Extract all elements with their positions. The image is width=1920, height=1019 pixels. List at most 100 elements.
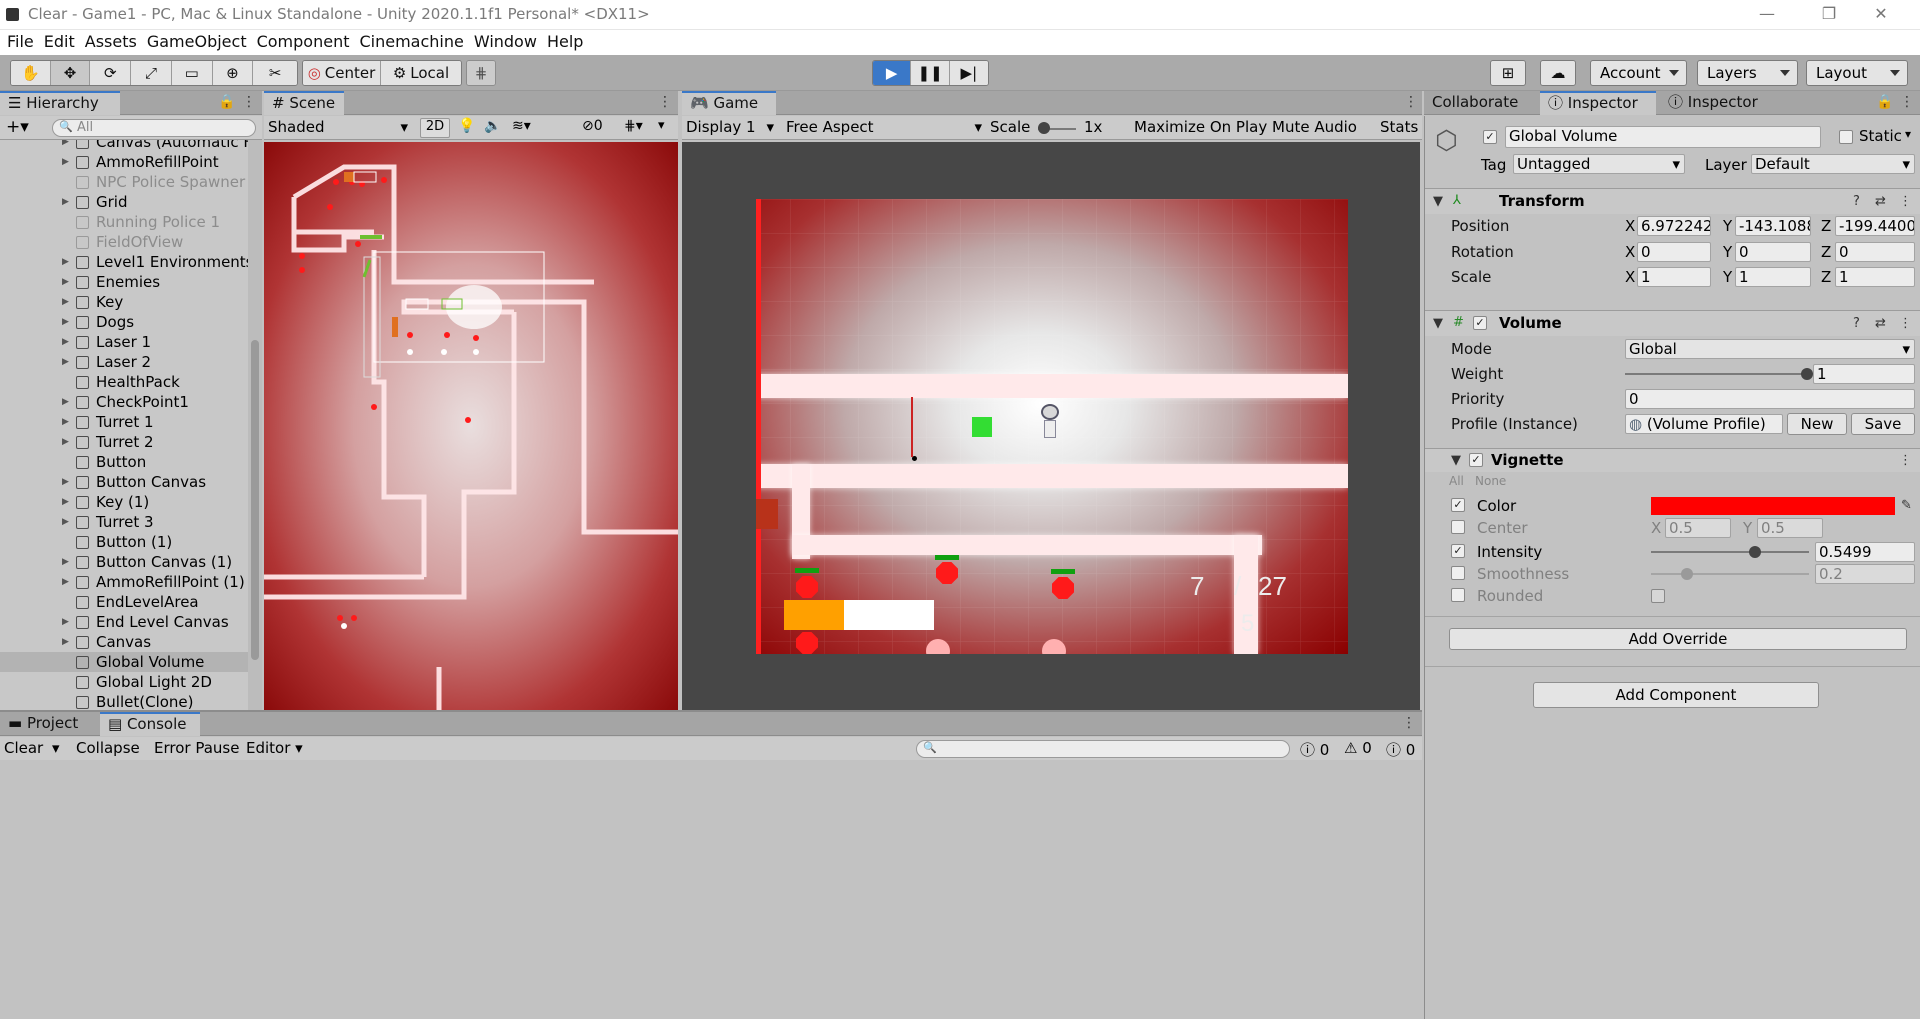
volume-enabled-checkbox[interactable]: ✓ [1473, 316, 1487, 330]
vignette-enabled-checkbox[interactable]: ✓ [1469, 453, 1483, 467]
position-z-field[interactable]: -199.4400 [1835, 216, 1915, 236]
profile-new-button[interactable]: New [1787, 413, 1847, 435]
hierarchy-item[interactable]: ▶ Turret 3 [0, 512, 262, 532]
tab-inspector-2[interactable]: ⓘ Inspector [1660, 91, 1776, 115]
game-viewport[interactable]: 7 / 27 5 [756, 199, 1348, 654]
rotation-x-field[interactable]: 0 [1637, 242, 1711, 262]
more-icon[interactable]: ⋮ [1402, 715, 1416, 731]
hierarchy-item[interactable]: ▶ Grid [0, 192, 262, 212]
foldout-arrow-icon[interactable]: ▶ [62, 352, 69, 372]
maximize-on-play-toggle[interactable]: Maximize On Play [1134, 118, 1267, 136]
more-icon[interactable]: ⋮ [1404, 94, 1418, 110]
override-none-link[interactable]: None [1475, 474, 1506, 488]
layout-dropdown[interactable]: Layout [1806, 60, 1908, 86]
scene-viewport[interactable] [264, 142, 678, 710]
rect-tool-icon[interactable]: ▭ [171, 61, 213, 85]
mode-2d-toggle[interactable]: 2D [420, 118, 450, 138]
error-count-toggle[interactable]: ⓘ 0 [1300, 739, 1329, 760]
hierarchy-item[interactable]: ▶ AmmoRefillPoint (1) [0, 572, 262, 592]
menu-cinemachine[interactable]: Cinemachine [354, 31, 468, 53]
hierarchy-item[interactable]: Button (1) [0, 532, 262, 552]
scale-y-field[interactable]: 1 [1735, 267, 1811, 287]
hierarchy-item[interactable]: HealthPack [0, 372, 262, 392]
help-icon[interactable]: ? [1853, 194, 1860, 209]
override-all-link[interactable]: All [1449, 474, 1464, 488]
scale-tool-icon[interactable]: ⤢ [131, 61, 172, 85]
intensity-override-checkbox[interactable]: ✓ [1451, 544, 1465, 558]
more-icon[interactable]: ⋮ [1899, 316, 1912, 331]
static-checkbox[interactable] [1839, 130, 1853, 144]
menu-window[interactable]: Window [469, 31, 542, 53]
console-error-pause-toggle[interactable]: Error Pause [154, 739, 239, 757]
clear-options-chevron-icon[interactable]: ▾ [52, 739, 60, 757]
intensity-field[interactable]: 0.5499 [1815, 542, 1915, 562]
hierarchy-item[interactable]: ▶ Button Canvas [0, 472, 262, 492]
more-icon[interactable]: ⋮ [1899, 194, 1912, 209]
weight-slider[interactable] [1625, 373, 1805, 375]
hierarchy-scrollbar[interactable] [248, 140, 262, 710]
scale-z-field[interactable]: 1 [1835, 267, 1915, 287]
hierarchy-item[interactable]: Button [0, 452, 262, 472]
hierarchy-item[interactable]: ▶ AmmoRefillPoint [0, 152, 262, 172]
scrollbar-thumb[interactable] [251, 340, 259, 660]
pivot-local-button[interactable]: ⚙ Local [381, 61, 461, 85]
stats-toggle[interactable]: Stats [1380, 118, 1418, 136]
grid-toggle-icon[interactable]: ⋕▾ [624, 118, 643, 134]
lock-icon[interactable]: 🔒 [218, 94, 235, 110]
hierarchy-item[interactable]: Bullet(Clone) [0, 692, 262, 710]
hierarchy-item[interactable]: ▶ Dogs [0, 312, 262, 332]
preset-icon[interactable]: ⇄ [1875, 194, 1886, 209]
add-icon[interactable]: +▾ [6, 117, 29, 137]
position-y-field[interactable]: -143.1088 [1735, 216, 1811, 236]
profile-object-field[interactable]: ◍ (Volume Profile) [1625, 414, 1783, 434]
hierarchy-item[interactable]: Running Police 1 [0, 212, 262, 232]
foldout-arrow-icon[interactable]: ▶ [62, 572, 69, 592]
rotate-tool-icon[interactable]: ⟳ [90, 61, 132, 85]
hierarchy-item[interactable]: ▶ Turret 1 [0, 412, 262, 432]
mute-audio-toggle[interactable]: Mute Audio [1272, 118, 1357, 136]
intensity-slider[interactable] [1651, 551, 1809, 553]
foldout-arrow-icon[interactable]: ▶ [62, 312, 69, 332]
hierarchy-search[interactable]: 🔍 All [52, 119, 256, 137]
smoothness-field[interactable]: 0.2 [1815, 564, 1915, 584]
more-icon[interactable]: ⋮ [1900, 94, 1914, 110]
tab-console[interactable]: ▤ Console [100, 712, 200, 736]
rounded-override-checkbox[interactable] [1451, 588, 1465, 602]
vignette-header[interactable]: ▼ ✓ Vignette ⋮ [1425, 448, 1920, 472]
add-component-button[interactable]: Add Component [1533, 682, 1819, 708]
hierarchy-item[interactable]: ▶ Key (1) [0, 492, 262, 512]
rotation-z-field[interactable]: 0 [1835, 242, 1915, 262]
restore-button[interactable]: ❐ [1806, 0, 1852, 30]
lock-icon[interactable]: 🔒 [1876, 94, 1893, 110]
foldout-arrow-icon[interactable]: ▶ [62, 392, 69, 412]
foldout-arrow-icon[interactable]: ▶ [62, 272, 69, 292]
gameobject-name-field[interactable]: Global Volume [1505, 126, 1821, 148]
shading-dropdown[interactable]: Shaded ▾ [268, 118, 414, 138]
menu-help[interactable]: Help [542, 31, 588, 53]
hierarchy-item[interactable]: Global Volume [0, 652, 262, 672]
more-icon[interactable]: ⋮ [1899, 453, 1912, 468]
scale-slider-knob[interactable] [1038, 122, 1050, 134]
foldout-arrow-icon[interactable]: ▶ [62, 472, 69, 492]
hierarchy-item[interactable]: ▶ Turret 2 [0, 432, 262, 452]
layer-dropdown[interactable]: Default ▾ [1751, 154, 1915, 174]
layers-dropdown[interactable]: Layers [1697, 60, 1798, 86]
menu-assets[interactable]: Assets [80, 31, 142, 53]
tab-game[interactable]: 🎮 Game [682, 91, 776, 115]
add-override-button[interactable]: Add Override [1449, 628, 1907, 650]
snap-toggle[interactable]: ⋕ [466, 60, 496, 86]
audio-icon[interactable]: 🔈 [484, 118, 501, 134]
preset-icon[interactable]: ⇄ [1875, 316, 1886, 331]
foldout-arrow-icon[interactable]: ▶ [62, 552, 69, 572]
volume-header[interactable]: ▼ # ✓ Volume ? ⇄ ⋮ [1425, 310, 1920, 336]
more-icon[interactable]: ⋮ [658, 94, 672, 110]
move-tool-icon[interactable]: ✥ [50, 61, 91, 85]
hierarchy-item[interactable]: ▶ Canvas (Automatic F [0, 140, 262, 152]
color-swatch[interactable] [1651, 497, 1895, 515]
center-x-field[interactable]: 0.5 [1665, 518, 1731, 538]
hierarchy-item[interactable]: ▶ Canvas [0, 632, 262, 652]
profile-save-button[interactable]: Save [1851, 413, 1915, 435]
foldout-arrow-icon[interactable]: ▶ [62, 512, 69, 532]
console-collapse-toggle[interactable]: Collapse [76, 739, 140, 757]
transform-header[interactable]: ▼ ⅄ Transform ? ⇄ ⋮ [1425, 188, 1920, 214]
